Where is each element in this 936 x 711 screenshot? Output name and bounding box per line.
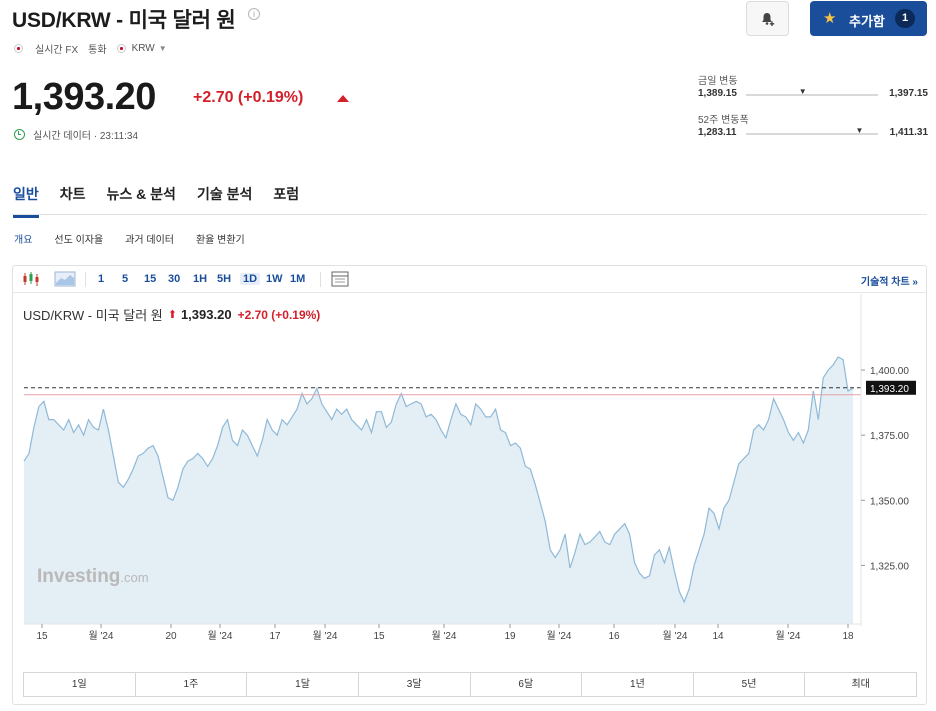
sub-tabs: 개요 선도 이자율 과거 데이터 환율 변환기	[14, 231, 267, 246]
watchlist-count-badge: 1	[895, 9, 915, 28]
tab-news[interactable]: 뉴스 & 분석	[107, 184, 176, 218]
chart-instrument-name: USD/KRW - 미국 달러 원	[23, 308, 163, 323]
x-tick-label: 14	[712, 631, 724, 642]
source-label: 실시간 FX	[35, 45, 79, 56]
week52-range-marker: ▼	[855, 126, 864, 135]
x-tick-label: 월 '24	[431, 630, 456, 642]
chart-panel: 1 5 15 30 1H 5H 1D 1W 1M 기술적 차트 » 1,400.…	[12, 265, 927, 705]
period-5y[interactable]: 5년	[694, 673, 806, 696]
x-tick-label: 19	[504, 631, 516, 642]
period-3m[interactable]: 3달	[359, 673, 471, 696]
day-range-marker: ▼	[798, 87, 807, 96]
price-change: +2.70 (+0.19%)	[193, 89, 304, 106]
subtab-converter[interactable]: 환율 변환기	[196, 231, 245, 246]
day-high: 1,397.15	[889, 88, 928, 99]
realtime-label: 실시간 데이터 · 23:11:34	[33, 131, 139, 142]
week52-range: 52주 변동폭 1,283.11 ▼ 1,411.31	[698, 111, 928, 138]
star-icon: ★	[823, 10, 837, 27]
tab-chart[interactable]: 차트	[60, 184, 86, 218]
day-low: 1,389.15	[698, 88, 737, 99]
subtab-forward-rates[interactable]: 선도 이자율	[54, 231, 103, 246]
x-tick-label: 20	[165, 631, 177, 642]
y-tick-label: 1,325.00	[870, 561, 909, 572]
up-arrow-icon: ⬆	[167, 309, 177, 321]
week52-low: 1,283.11	[698, 127, 737, 138]
x-tick-label: 월 '24	[312, 630, 337, 642]
alert-button[interactable]	[746, 1, 789, 36]
investing-watermark: Investing.com	[37, 566, 149, 587]
instrument-meta: 실시간 FX 통화 KRW ▼	[14, 41, 167, 56]
chart-last-price: 1,393.20	[180, 307, 232, 322]
up-arrow-icon	[337, 95, 349, 102]
currency-select[interactable]: KRW	[132, 43, 155, 54]
day-range: 금일 변동 1,389.15 ▼ 1,397.15	[698, 72, 928, 99]
clock-icon	[14, 129, 25, 140]
x-tick-label: 15	[36, 631, 48, 642]
y-tick-label: 1,375.00	[870, 431, 909, 442]
page-title: USD/KRW - 미국 달러 원	[12, 9, 236, 32]
period-max[interactable]: 최대	[805, 673, 916, 696]
tabs-divider	[12, 214, 927, 215]
chevron-down-icon[interactable]: ▼	[159, 44, 167, 53]
chart-legend: USD/KRW - 미국 달러 원 ⬆ 1,393.20 +2.70 (+0.1…	[23, 305, 320, 324]
x-tick-label: 16	[608, 631, 620, 642]
asset-type-label: 통화	[88, 45, 107, 56]
tab-technical[interactable]: 기술 분석	[197, 184, 252, 218]
subtab-historical-data[interactable]: 과거 데이터	[125, 231, 174, 246]
investing-watermark-suffix: .com	[120, 570, 148, 585]
week52-high: 1,411.31	[889, 127, 928, 138]
period-6m[interactable]: 6달	[471, 673, 583, 696]
current-price-tag-label: 1,393.20	[870, 384, 909, 395]
period-1d[interactable]: 1일	[24, 673, 136, 696]
x-tick-label: 월 '24	[775, 630, 800, 642]
bell-plus-icon	[762, 13, 775, 26]
korea-flag-icon	[116, 44, 126, 53]
x-tick-label: 18	[842, 631, 854, 642]
x-tick-label: 15	[373, 631, 385, 642]
chart-price-change: +2.70 (+0.19%)	[237, 307, 321, 322]
period-selector: 1일 1주 1달 3달 6달 1년 5년 최대	[23, 672, 917, 697]
y-tick-label: 1,400.00	[870, 366, 909, 377]
tab-general[interactable]: 일반	[13, 184, 39, 218]
subtab-overview[interactable]: 개요	[14, 231, 32, 246]
add-button-label: 추가함	[849, 14, 885, 29]
info-icon[interactable]: i	[248, 8, 260, 20]
x-tick-label: 17	[269, 631, 281, 642]
period-1m[interactable]: 1달	[247, 673, 359, 696]
period-1y[interactable]: 1년	[582, 673, 694, 696]
realtime-status: 실시간 데이터 · 23:11:34	[14, 127, 138, 142]
y-tick-label: 1,350.00	[870, 496, 909, 507]
x-tick-label: 월 '24	[662, 630, 687, 642]
week52-range-label: 52주 변동폭	[698, 115, 749, 126]
price-chart[interactable]: 1,400.00 1,375.00 1,350.00 1,325.00 1,393.20…	[13, 266, 926, 666]
add-to-watchlist-button[interactable]: ★ 추가함 1	[810, 1, 927, 36]
x-tick-label: 월 '24	[546, 630, 571, 642]
last-price: 1,393.20	[12, 76, 156, 118]
x-tick-label: 월 '24	[207, 630, 232, 642]
tab-forum[interactable]: 포럼	[273, 184, 299, 218]
period-1w[interactable]: 1주	[136, 673, 248, 696]
day-range-bar	[746, 94, 878, 96]
day-range-label: 금일 변동	[698, 76, 738, 87]
korea-flag-icon	[14, 44, 23, 53]
main-tabs: 일반 차트 뉴스 & 분석 기술 분석 포럼	[13, 184, 320, 218]
x-tick-label: 월 '24	[88, 630, 113, 642]
